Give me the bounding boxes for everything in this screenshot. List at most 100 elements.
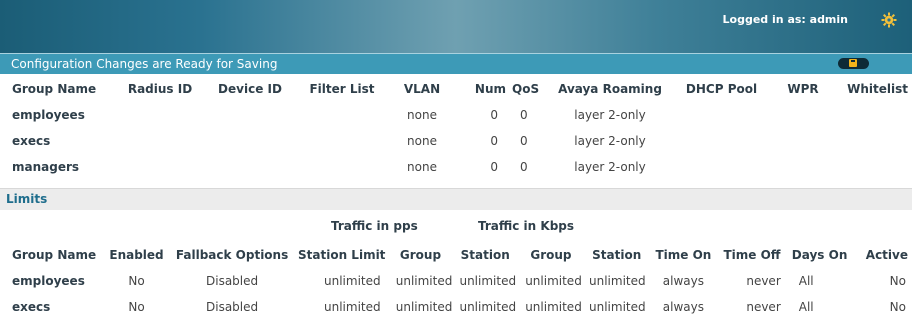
- cell-group-name[interactable]: execs: [0, 128, 112, 154]
- traffic-pps-heading: Traffic in pps: [331, 219, 418, 233]
- cell-num: 0: [490, 160, 498, 174]
- cell-group-name[interactable]: managers: [0, 154, 112, 180]
- cell-avaya-roaming: layer 2-only: [574, 108, 646, 122]
- save-config-button[interactable]: [838, 58, 869, 69]
- cell-qos: 0: [520, 134, 528, 148]
- cell-days-on: All: [798, 274, 814, 288]
- cell-filter-list: [292, 102, 392, 128]
- cell-num: 0: [490, 108, 498, 122]
- col-filter-list[interactable]: Filter List: [292, 76, 392, 102]
- cell-qos: 0: [520, 108, 528, 122]
- col-group-name[interactable]: Group Name: [0, 76, 112, 102]
- col-pps-station[interactable]: Station: [452, 242, 518, 268]
- limits-title: Limits: [6, 192, 48, 206]
- col-active[interactable]: Active: [852, 242, 912, 268]
- col-qos[interactable]: QoS: [512, 76, 552, 102]
- limits-header-row: Group Name Enabled Fallback Options Stat…: [0, 242, 912, 268]
- cell-device-id: [208, 102, 292, 128]
- col-wpr[interactable]: WPR: [775, 76, 831, 102]
- cell-enabled: No: [128, 274, 145, 288]
- traffic-kbps-heading: Traffic in Kbps: [478, 219, 575, 233]
- cell-vlan: none: [407, 108, 437, 122]
- col-whitelist[interactable]: Whitelist: [831, 76, 912, 102]
- col-vlan[interactable]: VLAN: [392, 76, 452, 102]
- table-row[interactable]: execs No Disabled unlimited unlimited un…: [0, 294, 912, 320]
- cell-enabled: No: [128, 300, 145, 314]
- cell-days-on: All: [798, 300, 814, 314]
- cell-whitelist: [831, 102, 912, 128]
- col-group-name[interactable]: Group Name: [0, 242, 104, 268]
- col-time-on[interactable]: Time On: [650, 242, 718, 268]
- cell-device-id: [208, 128, 292, 154]
- col-avaya-roaming[interactable]: Avaya Roaming: [552, 76, 668, 102]
- cell-dhcp-pool: [668, 128, 775, 154]
- col-device-id[interactable]: Device ID: [208, 76, 292, 102]
- table-row[interactable]: execs none 0 0 layer 2-only: [0, 128, 912, 154]
- col-radius-id[interactable]: Radius ID: [112, 76, 208, 102]
- col-fallback-options[interactable]: Fallback Options: [169, 242, 295, 268]
- col-days-on[interactable]: Days On: [787, 242, 853, 268]
- cell-vlan: none: [407, 160, 437, 174]
- save-notification-bar: Configuration Changes are Ready for Savi…: [0, 53, 912, 74]
- cell-radius-id: [112, 128, 208, 154]
- cell-radius-id: [112, 102, 208, 128]
- cell-wpr: [775, 154, 831, 180]
- col-kbps-station[interactable]: Station: [584, 242, 650, 268]
- col-pps-group[interactable]: Group: [389, 242, 453, 268]
- gear-icon[interactable]: [880, 11, 898, 29]
- cell-kbps-station: unlimited: [589, 274, 646, 288]
- limits-table: Group Name Enabled Fallback Options Stat…: [0, 242, 912, 320]
- cell-device-id: [208, 154, 292, 180]
- col-time-off[interactable]: Time Off: [717, 242, 787, 268]
- cell-group-name[interactable]: employees: [0, 268, 104, 294]
- cell-wpr: [775, 102, 831, 128]
- cell-time-off: never: [746, 274, 781, 288]
- cell-pps-station: unlimited: [459, 274, 517, 288]
- cell-station-limit: unlimited: [324, 274, 381, 288]
- cell-dhcp-pool: [668, 102, 775, 128]
- col-dhcp-pool[interactable]: DHCP Pool: [668, 76, 775, 102]
- table-row[interactable]: employees No Disabled unlimited unlimite…: [0, 268, 912, 294]
- cell-whitelist: [831, 154, 912, 180]
- col-num[interactable]: Num: [452, 76, 512, 102]
- cell-dhcp-pool: [668, 154, 775, 180]
- col-station-limit[interactable]: Station Limit: [295, 242, 389, 268]
- save-message: Configuration Changes are Ready for Savi…: [11, 57, 278, 71]
- cell-pps-station: unlimited: [459, 300, 517, 314]
- cell-group-name[interactable]: execs: [0, 294, 104, 320]
- cell-num: 0: [490, 134, 498, 148]
- cell-time-off: never: [746, 300, 781, 314]
- cell-kbps-group: unlimited: [525, 274, 582, 288]
- cell-wpr: [775, 128, 831, 154]
- cell-time-on: always: [662, 274, 705, 288]
- cell-qos: 0: [520, 160, 528, 174]
- cell-time-on: always: [662, 300, 705, 314]
- cell-pps-group: unlimited: [395, 274, 453, 288]
- cell-avaya-roaming: layer 2-only: [574, 160, 646, 174]
- top-header: Logged in as: admin: [0, 0, 912, 53]
- cell-fallback-options: Disabled: [206, 300, 259, 314]
- groups-header-row: Group Name Radius ID Device ID Filter Li…: [0, 76, 912, 102]
- cell-pps-group: unlimited: [395, 300, 453, 314]
- login-status: Logged in as: admin: [722, 13, 848, 26]
- table-row[interactable]: employees none 0 0 layer 2-only: [0, 102, 912, 128]
- table-row[interactable]: managers none 0 0 layer 2-only: [0, 154, 912, 180]
- cell-group-name[interactable]: employees: [0, 102, 112, 128]
- groups-table: Group Name Radius ID Device ID Filter Li…: [0, 76, 912, 180]
- cell-active: No: [889, 274, 906, 288]
- cell-fallback-options: Disabled: [206, 274, 259, 288]
- limits-section-header: Limits: [0, 188, 912, 210]
- cell-avaya-roaming: layer 2-only: [574, 134, 646, 148]
- cell-active: No: [889, 300, 906, 314]
- cell-station-limit: unlimited: [324, 300, 381, 314]
- cell-vlan: none: [407, 134, 437, 148]
- cell-kbps-group: unlimited: [525, 300, 582, 314]
- cell-filter-list: [292, 154, 392, 180]
- col-enabled[interactable]: Enabled: [104, 242, 170, 268]
- cell-filter-list: [292, 128, 392, 154]
- cell-whitelist: [831, 128, 912, 154]
- save-disk-icon: [849, 59, 857, 67]
- cell-kbps-station: unlimited: [589, 300, 646, 314]
- col-kbps-group[interactable]: Group: [518, 242, 584, 268]
- cell-radius-id: [112, 154, 208, 180]
